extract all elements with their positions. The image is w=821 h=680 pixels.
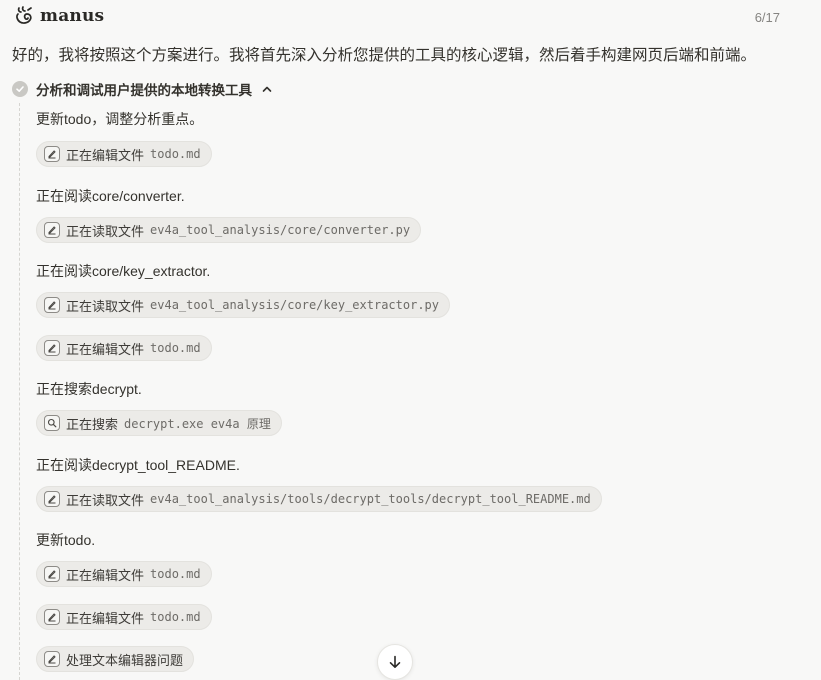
task-title: 分析和调试用户提供的本地转换工具 — [36, 83, 252, 98]
step-text: 更新todo. — [36, 532, 96, 548]
tool-argument: todo.md — [150, 341, 201, 355]
tool-call-chip[interactable]: 正在编辑文件 todo.md — [36, 335, 212, 361]
tool-action-label: 正在搜索 — [66, 416, 119, 432]
search-icon — [44, 415, 60, 431]
manus-logo-icon — [16, 6, 32, 24]
tool-call-chip[interactable]: 正在编辑文件 todo.md — [36, 561, 212, 587]
edit-file-icon — [44, 222, 60, 238]
step-text: 正在阅读core/key_extractor. — [36, 263, 211, 279]
step-text: 更新todo，调整分析重点。 — [36, 111, 204, 127]
brand-name: manus — [40, 6, 105, 26]
tool-argument: ev4a_tool_analysis/tools/decrypt_tools/d… — [150, 492, 591, 506]
edit-file-icon — [44, 340, 60, 356]
step-text: 正在阅读decrypt_tool_README. — [36, 457, 240, 473]
task-header[interactable]: 分析和调试用户提供的本地转换工具 — [12, 80, 273, 98]
tool-argument: todo.md — [150, 567, 201, 581]
step-text: 正在阅读core/converter. — [36, 188, 185, 204]
chevron-up-icon[interactable] — [261, 83, 273, 95]
tool-argument: decrypt.exe ev4a 原理 — [124, 416, 271, 431]
check-circle-icon — [12, 81, 28, 97]
edit-file-icon — [44, 146, 60, 162]
timeline-line — [19, 103, 20, 680]
tool-call-chip[interactable]: 正在读取文件 ev4a_tool_analysis/core/key_extra… — [36, 292, 450, 318]
tool-argument: todo.md — [150, 610, 201, 624]
tool-action-label: 正在读取文件 — [66, 298, 145, 314]
arrow-down-icon — [389, 655, 401, 668]
edit-file-icon — [44, 566, 60, 582]
tool-argument: ev4a_tool_analysis/core/key_extractor.py — [150, 298, 439, 312]
scroll-to-bottom-button[interactable] — [377, 644, 413, 680]
tool-action-label: 处理文本编辑器问题 — [66, 652, 184, 668]
tool-argument: todo.md — [150, 147, 201, 161]
tool-call-chip[interactable]: 正在读取文件 ev4a_tool_analysis/core/converter… — [36, 217, 422, 243]
tool-argument: ev4a_tool_analysis/core/converter.py — [150, 223, 411, 237]
tool-call-chip[interactable]: 正在编辑文件 todo.md — [36, 141, 212, 167]
edit-file-icon — [44, 651, 60, 667]
edit-file-icon — [44, 609, 60, 625]
tool-action-label: 正在编辑文件 — [66, 610, 145, 626]
tool-action-label: 正在编辑文件 — [66, 567, 145, 583]
step-counter: 6/17 — [754, 10, 780, 25]
tool-action-label: 正在读取文件 — [66, 223, 145, 239]
tool-action-label: 正在编辑文件 — [66, 147, 145, 163]
step-text: 正在搜索decrypt. — [36, 381, 142, 397]
tool-call-chip[interactable]: 正在编辑文件 todo.md — [36, 604, 212, 630]
assistant-message: 好的，我将按照这个方案进行。我将首先深入分析您提供的工具的核心逻辑，然后着手构建… — [12, 47, 757, 64]
header: manus 6/17 — [0, 0, 821, 34]
tool-action-label: 正在读取文件 — [66, 492, 145, 508]
manus-task-view: manus 6/17 好的，我将按照这个方案进行。我将首先深入分析您提供的工具的… — [0, 0, 821, 680]
tool-call-chip[interactable]: 正在搜索 decrypt.exe ev4a 原理 — [36, 410, 282, 436]
tool-action-label: 正在编辑文件 — [66, 341, 145, 357]
tool-call-chip[interactable]: 正在读取文件 ev4a_tool_analysis/tools/decrypt_… — [36, 486, 602, 512]
tool-call-chip[interactable]: 处理文本编辑器问题 — [36, 646, 195, 672]
edit-file-icon — [44, 491, 60, 507]
edit-file-icon — [44, 297, 60, 313]
